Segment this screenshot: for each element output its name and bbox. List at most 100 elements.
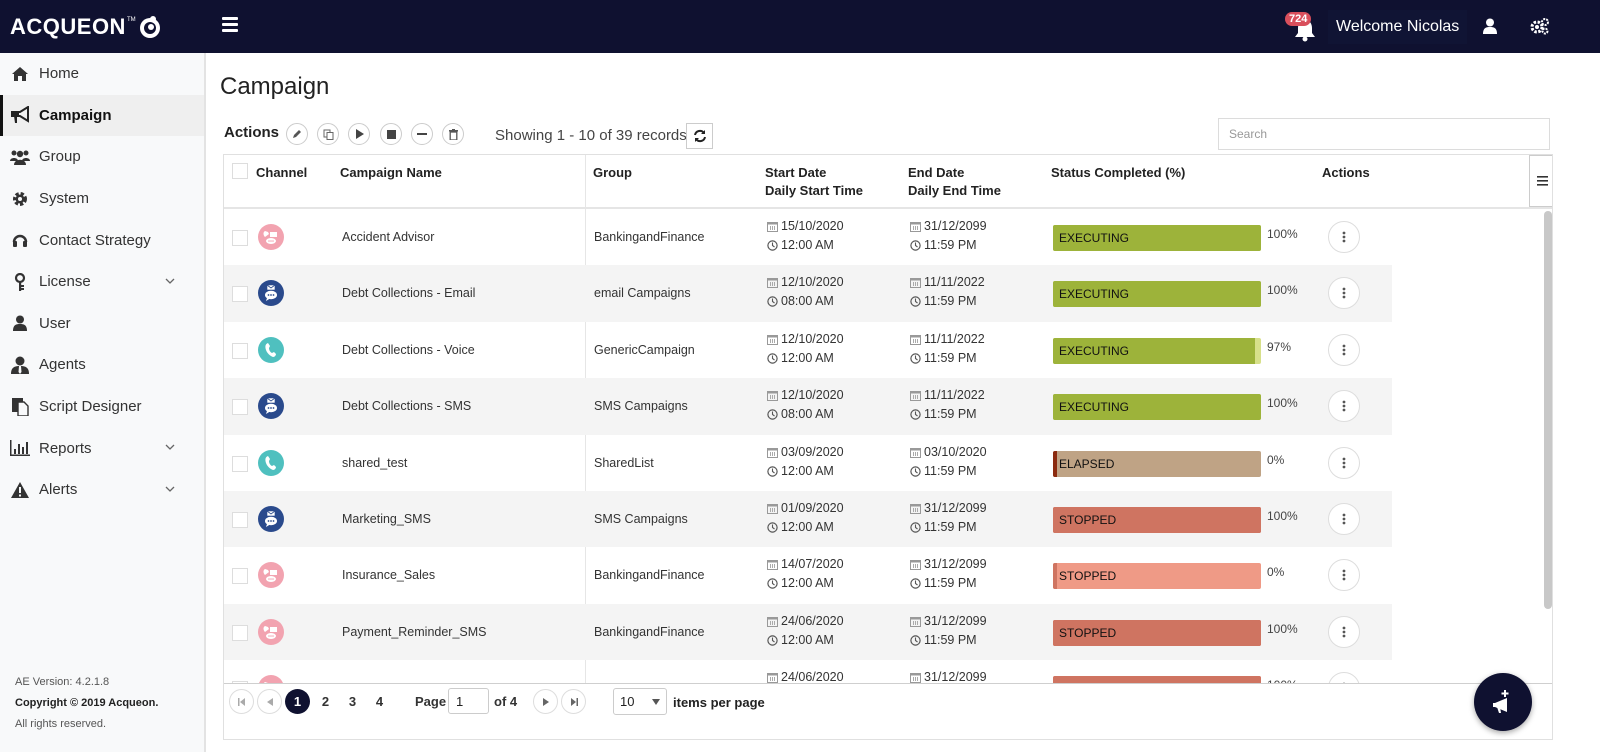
row-checkbox[interactable] bbox=[232, 568, 248, 585]
status-label: EXECUTING bbox=[1059, 287, 1130, 302]
last-page-button[interactable] bbox=[561, 689, 586, 714]
row-actions-button[interactable] bbox=[1328, 615, 1360, 648]
select-all-checkbox[interactable] bbox=[232, 163, 248, 179]
table-row[interactable]: Accident Advisor BankingandFinance 15/10/2… bbox=[224, 209, 1392, 265]
notifications-button[interactable]: 724 bbox=[1285, 12, 1320, 42]
stop-button[interactable] bbox=[380, 123, 402, 145]
daily-end-time: 11:59 PM bbox=[924, 632, 977, 647]
row-actions-button[interactable] bbox=[1328, 221, 1360, 253]
row-actions-button[interactable] bbox=[1328, 277, 1360, 310]
start-datetime: 12/10/2020 08:00 AM bbox=[767, 386, 844, 424]
row-actions-button[interactable] bbox=[1328, 390, 1360, 423]
start-date: 12/10/2020 bbox=[781, 388, 844, 403]
sidebar-item-campaign[interactable]: Campaign bbox=[0, 94, 204, 137]
more-vertical-icon bbox=[1342, 626, 1346, 638]
table-row[interactable]: Insurance_Sales BankingandFinance 14/07/20… bbox=[224, 547, 1392, 603]
row-checkbox[interactable] bbox=[232, 230, 248, 246]
new-campaign-fab[interactable] bbox=[1474, 673, 1532, 731]
sidebar-item-license[interactable]: License bbox=[0, 261, 204, 303]
end-date: 03/10/2020 bbox=[924, 444, 987, 459]
start-date: 12/10/2020 bbox=[781, 331, 844, 346]
sidebar-item-label: Contact Strategy bbox=[39, 231, 151, 249]
settings-button[interactable] bbox=[1530, 17, 1550, 40]
sidebar-item-user[interactable]: User bbox=[0, 303, 204, 345]
row-checkbox[interactable] bbox=[232, 624, 248, 641]
end-datetime: 31/12/2099 11:59 PM bbox=[910, 612, 987, 650]
header-start[interactable]: Start Date Daily Start Time bbox=[765, 164, 863, 200]
start-button[interactable] bbox=[348, 123, 370, 145]
items-per-page-select[interactable]: 10 bbox=[613, 688, 667, 715]
table-row[interactable]: 24/06/202031/12/2099100% bbox=[224, 660, 1392, 685]
campaign-name[interactable]: Debt Collections - Voice bbox=[342, 343, 475, 357]
channel-multi-icon bbox=[258, 618, 284, 645]
table-row[interactable]: shared_test SharedList 03/09/2020 12:00 AM 0… bbox=[224, 435, 1392, 491]
sidebar-item-contact-strategy[interactable]: Contact Strategy bbox=[0, 219, 204, 261]
page-3-button[interactable]: 3 bbox=[340, 689, 365, 714]
channel-multi-icon bbox=[258, 562, 284, 589]
sidebar-item-group[interactable]: Group bbox=[0, 136, 204, 178]
calendar-icon bbox=[910, 504, 921, 514]
delete-button[interactable] bbox=[442, 123, 464, 145]
sidebar-nav: Home Campaign Group System Contact Strategy L… bbox=[0, 53, 204, 511]
header-group[interactable]: Group bbox=[593, 164, 632, 182]
copy-button[interactable] bbox=[317, 123, 339, 145]
row-checkbox[interactable] bbox=[232, 455, 248, 472]
campaign-name[interactable]: Debt Collections - Email bbox=[342, 286, 475, 300]
edit-button[interactable] bbox=[286, 123, 308, 145]
row-checkbox[interactable] bbox=[232, 342, 248, 359]
next-page-button[interactable] bbox=[533, 689, 558, 714]
prev-page-button[interactable] bbox=[257, 689, 282, 714]
sidebar-item-system[interactable]: System bbox=[0, 178, 204, 220]
row-checkbox[interactable] bbox=[232, 512, 248, 528]
menu-toggle-icon[interactable] bbox=[222, 17, 238, 33]
campaign-name[interactable]: Accident Advisor bbox=[342, 230, 434, 244]
channel-sms-icon bbox=[258, 506, 284, 532]
table-row[interactable]: Marketing_SMS SMS Campaigns 01/09/2020 12:0… bbox=[224, 491, 1392, 548]
sidebar-item-alerts[interactable]: Alerts bbox=[0, 469, 204, 511]
start-date: 14/07/2020 bbox=[781, 557, 844, 572]
column-menu-button[interactable] bbox=[1529, 155, 1552, 207]
percent-completed: 100% bbox=[1267, 283, 1298, 298]
page-4-button[interactable]: 4 bbox=[367, 689, 392, 714]
first-page-button[interactable] bbox=[229, 689, 254, 714]
sidebar-item-script-designer[interactable]: Script Designer bbox=[0, 386, 204, 428]
sidebar-item-agents[interactable]: Agents bbox=[0, 344, 204, 386]
table-row[interactable]: Debt Collections - SMS SMS Campaigns 12/10… bbox=[224, 378, 1392, 435]
page-1-button[interactable]: 1 bbox=[285, 689, 310, 714]
table-row[interactable]: Debt Collections - Voice GenericCampaign 1… bbox=[224, 322, 1392, 378]
campaign-name[interactable]: Debt Collections - SMS bbox=[342, 399, 471, 413]
calendar-icon bbox=[767, 560, 778, 571]
status-progress-bar: STOPPED bbox=[1053, 507, 1261, 533]
row-checkbox[interactable] bbox=[232, 286, 248, 303]
row-actions-button[interactable] bbox=[1328, 559, 1360, 592]
row-actions-button[interactable] bbox=[1328, 503, 1360, 535]
sidebar-item-home[interactable]: Home bbox=[0, 53, 204, 95]
acqueon-logo[interactable]: ACQUEON TM bbox=[10, 12, 162, 42]
campaign-name[interactable]: Marketing_SMS bbox=[342, 512, 431, 526]
end-datetime: 03/10/2020 11:59 PM bbox=[910, 443, 987, 481]
row-actions-button[interactable] bbox=[1328, 446, 1360, 479]
user-profile-button[interactable] bbox=[1483, 18, 1497, 39]
table-scrollbar[interactable] bbox=[1544, 211, 1552, 609]
table-row[interactable]: Payment_Reminder_SMS BankingandFinance 24/… bbox=[224, 603, 1392, 661]
disable-button[interactable] bbox=[411, 123, 433, 145]
percent-completed: 0% bbox=[1267, 565, 1285, 580]
header-channel[interactable]: Channel bbox=[256, 164, 307, 182]
page-number-input[interactable] bbox=[448, 688, 489, 714]
campaign-name[interactable]: Payment_Reminder_SMS bbox=[342, 625, 487, 639]
header-status[interactable]: Status Completed (%) bbox=[1051, 164, 1185, 182]
header-campaign-name[interactable]: Campaign Name bbox=[340, 164, 442, 182]
sidebar-item-label: License bbox=[39, 273, 91, 291]
refresh-button[interactable] bbox=[686, 123, 713, 149]
campaign-name[interactable]: Insurance_Sales bbox=[342, 568, 435, 582]
page-2-button[interactable]: 2 bbox=[313, 689, 338, 714]
table-row[interactable]: Debt Collections - Email email Campaigns 1… bbox=[224, 265, 1392, 322]
header-end[interactable]: End Date Daily End Time bbox=[908, 164, 1001, 200]
search-input[interactable] bbox=[1218, 118, 1550, 150]
row-checkbox[interactable] bbox=[232, 399, 248, 416]
campaign-group: GenericCampaign bbox=[594, 342, 695, 357]
sidebar-item-reports[interactable]: Reports bbox=[0, 427, 204, 469]
row-actions-button[interactable] bbox=[1328, 333, 1360, 366]
more-vertical-icon bbox=[1342, 457, 1346, 468]
campaign-name[interactable]: shared_test bbox=[342, 456, 407, 470]
